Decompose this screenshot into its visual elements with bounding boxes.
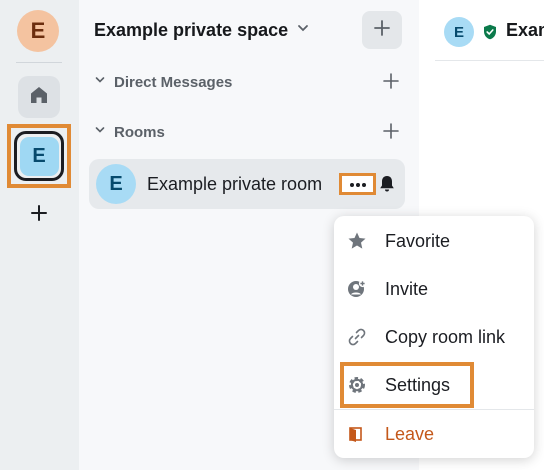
- space-title: Example private space: [94, 20, 289, 40]
- add-room-button[interactable]: [383, 123, 399, 144]
- main-room-avatar-initial: E: [453, 23, 464, 41]
- shield-check-icon: [483, 24, 497, 45]
- chevron-down-icon: [94, 123, 106, 141]
- room-avatar-initial: E: [109, 172, 123, 195]
- plus-icon: [374, 19, 390, 41]
- door-exit-icon: [347, 424, 367, 444]
- user-add-icon: [347, 279, 367, 299]
- menu-item-favorite[interactable]: Favorite: [334, 218, 534, 264]
- menu-separator: [334, 409, 534, 410]
- menu-label-leave: Leave: [385, 423, 435, 444]
- chevron-down-icon: [296, 21, 310, 40]
- menu-label-copy-room-link: Copy room link: [385, 326, 506, 347]
- space-header[interactable]: Example private space: [94, 20, 310, 41]
- space-avatar: E: [19, 136, 59, 176]
- user-avatar[interactable]: E: [17, 10, 59, 52]
- space-button-example-private-space[interactable]: E: [14, 131, 64, 181]
- main-room-avatar[interactable]: E: [444, 17, 474, 47]
- link-icon: [347, 327, 367, 347]
- menu-label-favorite: Favorite: [385, 230, 451, 251]
- add-space-button[interactable]: [27, 203, 51, 227]
- menu-item-settings[interactable]: Settings: [334, 362, 534, 408]
- main-header-divider: [435, 60, 544, 61]
- room-list-item[interactable]: E Example private room: [89, 159, 405, 209]
- plus-icon: [30, 204, 48, 227]
- chevron-down-icon: [94, 73, 106, 91]
- home-button[interactable]: [18, 76, 60, 118]
- section-direct-messages[interactable]: Direct Messages: [94, 73, 399, 91]
- home-icon: [29, 85, 49, 110]
- main-room-title: Exam: [506, 20, 544, 40]
- space-avatar-initial: E: [32, 144, 46, 167]
- room-name: Example private room: [147, 174, 323, 194]
- notification-bell-icon[interactable]: [379, 175, 395, 198]
- section-label-rooms: Rooms: [114, 123, 165, 141]
- section-rooms[interactable]: Rooms: [94, 123, 399, 141]
- rail-divider: [16, 62, 62, 63]
- menu-label-invite: Invite: [385, 278, 429, 299]
- section-label-direct-messages: Direct Messages: [114, 73, 233, 91]
- room-avatar: E: [96, 164, 136, 204]
- menu-item-copy-room-link[interactable]: Copy room link: [334, 314, 534, 360]
- user-avatar-initial: E: [30, 18, 46, 43]
- room-options-button[interactable]: [339, 173, 376, 195]
- menu-label-settings: Settings: [385, 374, 451, 395]
- star-icon: [347, 231, 367, 251]
- more-icon: [349, 175, 367, 193]
- room-context-menu: Favorite Invite Copy room link Settings …: [334, 216, 534, 458]
- menu-item-leave[interactable]: Leave: [334, 411, 534, 457]
- space-rail: E E: [0, 0, 79, 470]
- menu-item-invite[interactable]: Invite: [334, 266, 534, 312]
- space-add-button[interactable]: [362, 11, 402, 49]
- gear-icon: [347, 375, 367, 395]
- add-direct-message-button[interactable]: [383, 73, 399, 94]
